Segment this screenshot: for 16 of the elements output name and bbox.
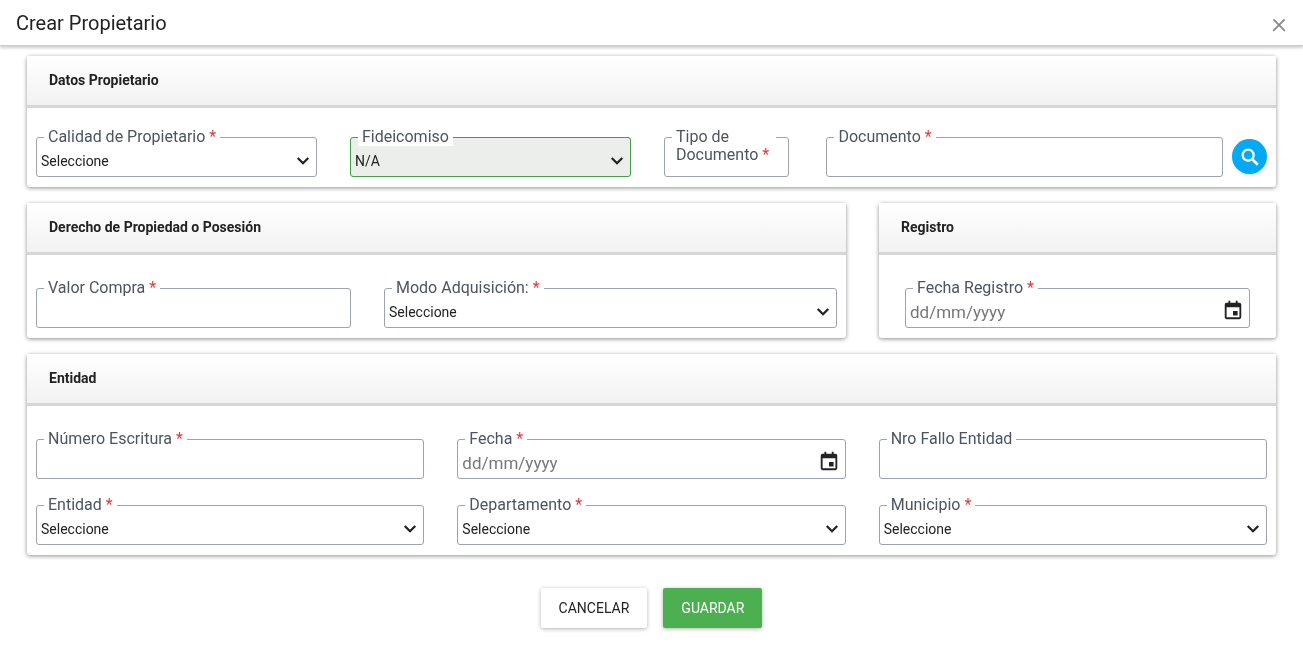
field-label: Fecha Registro * — [913, 279, 1038, 297]
section-title: Derecho de Propiedad o Posesión — [49, 218, 261, 237]
calendar-icon — [1222, 299, 1244, 321]
cancel-button[interactable]: CANCELAR — [540, 588, 648, 628]
section-title: Registro — [901, 218, 954, 237]
close-button[interactable]: × — [1271, 7, 1287, 38]
field-label: Calidad de Propietario * — [44, 128, 221, 146]
field-label: Fideicomiso — [358, 128, 453, 146]
section-title: Entidad — [49, 369, 97, 388]
search-button[interactable] — [1232, 139, 1267, 174]
field-label: Departamento * — [465, 496, 587, 514]
field-label: Modo Adquisición: * — [392, 279, 544, 297]
field-label: Municipio * — [886, 496, 976, 514]
dialog-title: Crear Propietario — [16, 9, 167, 37]
field-label: Valor Compra * — [44, 279, 161, 297]
section-title: Datos Propietario — [49, 71, 159, 90]
